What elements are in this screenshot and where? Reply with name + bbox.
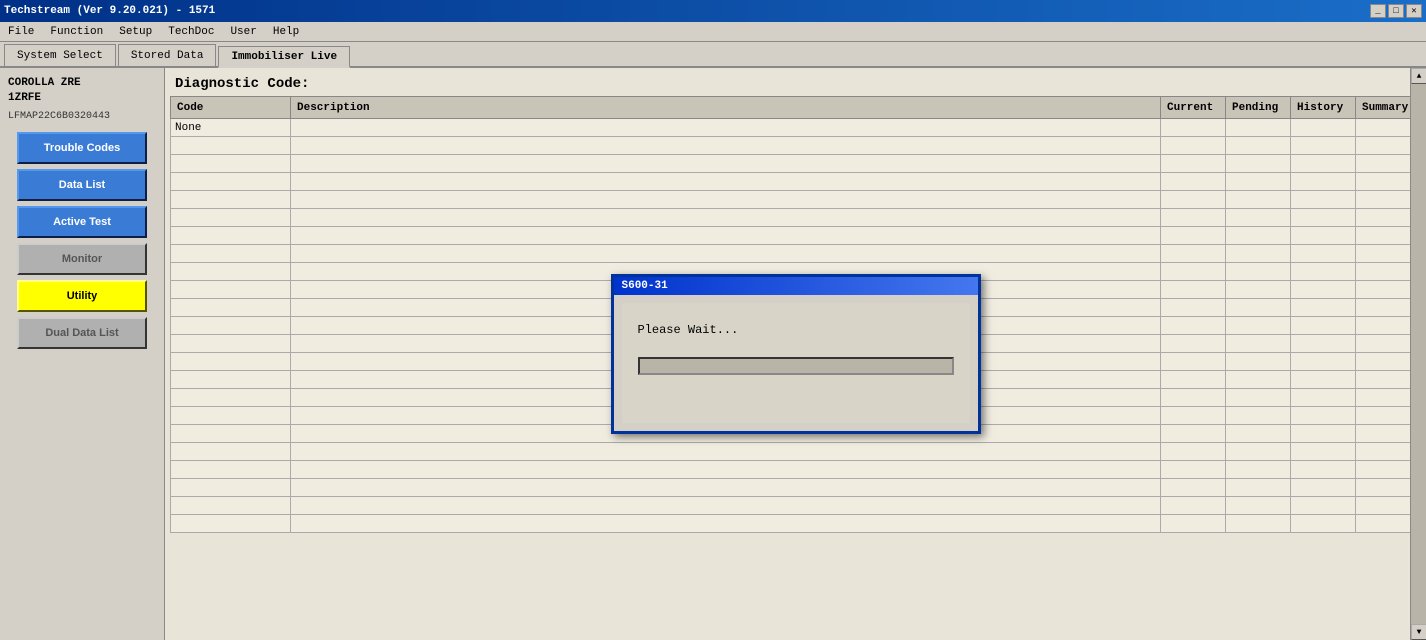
title-bar: Techstream (Ver 9.20.021) - 1571 _ □ ✕ xyxy=(0,0,1426,22)
close-button[interactable]: ✕ xyxy=(1406,4,1422,18)
title-bar-buttons: _ □ ✕ xyxy=(1370,4,1422,18)
vehicle-info: COROLLA ZRE 1ZRFE xyxy=(8,76,156,107)
menu-setup[interactable]: Setup xyxy=(115,25,156,39)
menu-techdoc[interactable]: TechDoc xyxy=(164,25,218,39)
modal-title-text: S600-31 xyxy=(622,280,668,292)
active-test-button[interactable]: Active Test xyxy=(17,206,147,238)
modal-dialog: S600-31 Please Wait... xyxy=(611,274,981,434)
modal-overlay: S600-31 Please Wait... xyxy=(165,68,1426,640)
main-layout: COROLLA ZRE 1ZRFE LFMAP22C6B0320443 Trou… xyxy=(0,68,1426,640)
vehicle-line2: 1ZRFE xyxy=(8,92,41,104)
vin-info: LFMAP22C6B0320443 xyxy=(8,111,156,122)
menu-help[interactable]: Help xyxy=(269,25,303,39)
tab-system-select[interactable]: System Select xyxy=(4,44,116,66)
modal-body: Please Wait... xyxy=(622,303,970,423)
title-text: Techstream (Ver 9.20.021) - 1571 xyxy=(4,5,215,17)
content-area: Diagnostic Code: Code Description Curren… xyxy=(165,68,1426,640)
sidebar: COROLLA ZRE 1ZRFE LFMAP22C6B0320443 Trou… xyxy=(0,68,165,640)
tab-bar: System Select Stored Data Immobiliser Li… xyxy=(0,42,1426,68)
modal-message: Please Wait... xyxy=(638,323,954,337)
modal-progress-bar xyxy=(638,357,954,375)
menu-file[interactable]: File xyxy=(4,25,38,39)
tab-stored-data[interactable]: Stored Data xyxy=(118,44,217,66)
utility-button[interactable]: Utility xyxy=(17,280,147,312)
restore-button[interactable]: □ xyxy=(1388,4,1404,18)
tab-immobiliser-live[interactable]: Immobiliser Live xyxy=(218,46,350,68)
data-list-button[interactable]: Data List xyxy=(17,169,147,201)
menu-user[interactable]: User xyxy=(226,25,260,39)
minimize-button[interactable]: _ xyxy=(1370,4,1386,18)
modal-title-bar: S600-31 xyxy=(614,277,978,295)
vehicle-line1: COROLLA ZRE xyxy=(8,77,81,89)
dual-data-list-button[interactable]: Dual Data List xyxy=(17,317,147,349)
trouble-codes-button[interactable]: Trouble Codes xyxy=(17,132,147,164)
menu-function[interactable]: Function xyxy=(46,25,107,39)
menu-bar: File Function Setup TechDoc User Help xyxy=(0,22,1426,42)
monitor-button[interactable]: Monitor xyxy=(17,243,147,275)
